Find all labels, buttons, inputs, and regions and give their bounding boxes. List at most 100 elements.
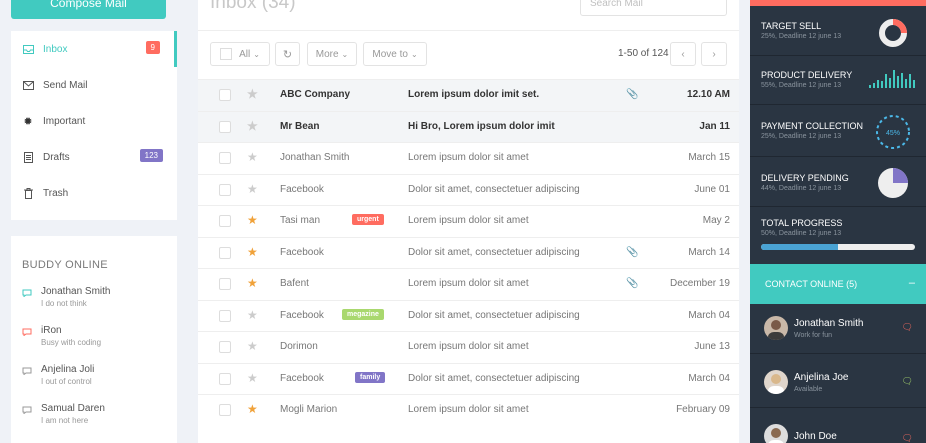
message-list: ★ ABC Company Lorem ipsum dolor imit set. 📎… [198, 79, 739, 426]
message-row[interactable]: ★ Dorimon Lorem ipsum dolor sit amet June 1… [198, 331, 739, 363]
folder-label: Inbox [43, 43, 68, 55]
row-checkbox[interactable] [219, 152, 231, 164]
stat-subtitle: 44%, Deadline 12 june 13 [761, 185, 842, 192]
message-date: March 15 [688, 152, 730, 163]
folder-drafts[interactable]: Drafts 123 [11, 139, 177, 175]
buddy-status: Busy with coding [41, 338, 102, 347]
star-icon[interactable]: ★ [247, 119, 258, 133]
next-page-button[interactable]: › [701, 42, 727, 66]
inbox-count-badge: 9 [145, 41, 160, 54]
message-subject: Dolor sit amet, consectetuer adipiscing [408, 246, 580, 258]
chat-icon[interactable]: 🗨 [902, 433, 913, 443]
message-date: March 04 [688, 372, 730, 384]
message-row[interactable]: ★ Mogli Marion Lorem ipsum dolor sit amet F… [198, 394, 739, 426]
sender-name: Facebook [280, 309, 324, 321]
message-row[interactable]: ★ Jonathan Smith Lorem ipsum dolor sit ame… [198, 142, 739, 174]
message-date: May 2 [702, 215, 730, 226]
folder-send-mail[interactable]: Send Mail [11, 67, 177, 103]
message-row[interactable]: ★ Bafent Lorem ipsum dolor sit amet 📎 Decemb… [198, 268, 739, 300]
buddy-online-panel: BUDDY ONLINE Jonathan Smith I do not thin… [11, 236, 177, 443]
message-row[interactable]: ★ Facebook family Dolor sit amet, consectet… [198, 362, 739, 395]
search-input[interactable]: Search Mail [580, 0, 727, 16]
row-checkbox[interactable] [219, 341, 231, 353]
right-sidebar: TARGET SELL 25%, Deadline 12 june 13 PRO… [750, 0, 926, 443]
message-subject: Lorem ipsum dolor sit amet [408, 152, 529, 163]
row-checkbox[interactable] [219, 89, 231, 101]
star-icon[interactable]: ★ [247, 182, 258, 196]
buddy-item[interactable]: Samual Daren I am not here [22, 403, 105, 425]
contact-name: Anjelina Joe [794, 372, 849, 383]
row-checkbox[interactable] [219, 183, 231, 196]
star-icon[interactable]: ★ [247, 276, 258, 290]
message-row[interactable]: ★ Mr Bean Hi Bro, Lorem ipsum dolor imit Ja… [198, 110, 739, 142]
chat-icon[interactable]: 🗨 [902, 376, 913, 387]
sender-name: Bafent [280, 278, 309, 289]
folder-inbox[interactable]: Inbox 9 [11, 31, 177, 67]
compose-mail-button[interactable]: Compose Mail [11, 0, 166, 19]
label-tag: family [355, 371, 386, 383]
star-icon[interactable]: ★ [247, 245, 258, 259]
row-checkbox[interactable] [219, 120, 231, 133]
stat-title: TOTAL PROGRESS [761, 218, 843, 228]
chevron-down-icon: ⌄ [341, 49, 349, 59]
trash-icon [22, 187, 34, 199]
paperclip-icon: 📎 [626, 89, 639, 100]
contact-online-header[interactable]: CONTACT ONLINE (5) – [750, 264, 926, 304]
buddy-status: I do not think [41, 299, 87, 308]
contact-item[interactable]: Anjelina Joe Available 🗨 [750, 358, 926, 408]
folder-label: Send Mail [43, 79, 88, 91]
row-checkbox[interactable] [219, 246, 231, 259]
buddy-item[interactable]: Anjelina Joli I out of control [22, 364, 94, 386]
star-icon[interactable]: ★ [247, 87, 258, 101]
folder-important[interactable]: ✹ Important [11, 103, 177, 139]
more-dropdown[interactable]: More ⌄ [307, 42, 357, 66]
checkbox[interactable] [220, 48, 233, 60]
folder-trash[interactable]: Trash [11, 175, 177, 211]
contact-item[interactable]: John Doe 🗨 [750, 412, 926, 443]
minimize-icon[interactable]: – [909, 277, 915, 289]
prev-page-button[interactable]: ‹ [670, 42, 696, 66]
star-icon[interactable]: ★ [247, 213, 258, 227]
row-checkbox[interactable] [219, 215, 231, 227]
stat-title: DELIVERY PENDING [761, 173, 849, 183]
folder-label: Drafts [43, 151, 70, 163]
message-row[interactable]: ★ Facebook Dolor sit amet, consectetuer ad… [198, 236, 739, 269]
sender-name: Mogli Marion [280, 404, 338, 415]
chat-icon[interactable]: 🗨 [902, 322, 913, 333]
contact-status: Available [794, 386, 823, 393]
row-checkbox[interactable] [219, 372, 231, 385]
star-icon[interactable]: ★ [247, 371, 258, 385]
star-icon[interactable]: ★ [247, 402, 258, 416]
buddy-item[interactable]: Jonathan Smith I do not think [22, 286, 111, 308]
move-to-dropdown[interactable]: Move to ⌄ [363, 42, 427, 66]
star-icon[interactable]: ★ [247, 150, 258, 164]
sender-name: Dorimon [280, 341, 318, 352]
message-row[interactable]: ★ Tasi man urgent Lorem ipsum dolor sit ame… [198, 205, 739, 237]
select-all-label: All [239, 48, 251, 60]
inbox-panel: Inbox (34) Search Mail All ⌄ ↻ More ⌄ Mo… [198, 0, 739, 443]
stat-subtitle: 55%, Deadline 12 june 13 [761, 82, 842, 89]
message-row[interactable]: ★ ABC Company Lorem ipsum dolor imit set. 📎… [198, 79, 739, 111]
refresh-button[interactable]: ↻ [275, 42, 300, 66]
stat-delivery-pending: DELIVERY PENDING 44%, Deadline 12 june 1… [750, 157, 926, 207]
contact-item[interactable]: Jonathan Smith Work for fun 🗨 [750, 304, 926, 354]
message-row[interactable]: ★ Facebook megazine Dolor sit amet, consect… [198, 299, 739, 332]
pagination-info: 1-50 of 124 [618, 48, 669, 59]
message-date: December 19 [669, 278, 730, 289]
star-icon[interactable]: ★ [247, 339, 258, 353]
message-row[interactable]: ★ Facebook Dolor sit amet, consectetuer ad… [198, 173, 739, 206]
select-all-dropdown[interactable]: All ⌄ [210, 42, 270, 66]
progress-fill [761, 244, 838, 250]
message-date: Jan 11 [699, 120, 730, 132]
buddy-status: I out of control [41, 377, 92, 386]
row-checkbox[interactable] [219, 309, 231, 322]
star-icon[interactable]: ★ [247, 308, 258, 322]
sender-name: ABC Company [280, 89, 351, 100]
page-title: Inbox (34) [210, 0, 296, 13]
avatar [764, 370, 788, 394]
row-checkbox[interactable] [219, 278, 231, 290]
row-checkbox[interactable] [219, 404, 231, 416]
contact-online-title: CONTACT ONLINE (5) [765, 279, 858, 289]
buddy-name: Jonathan Smith [41, 286, 111, 297]
buddy-item[interactable]: iRon Busy with coding [22, 325, 101, 347]
